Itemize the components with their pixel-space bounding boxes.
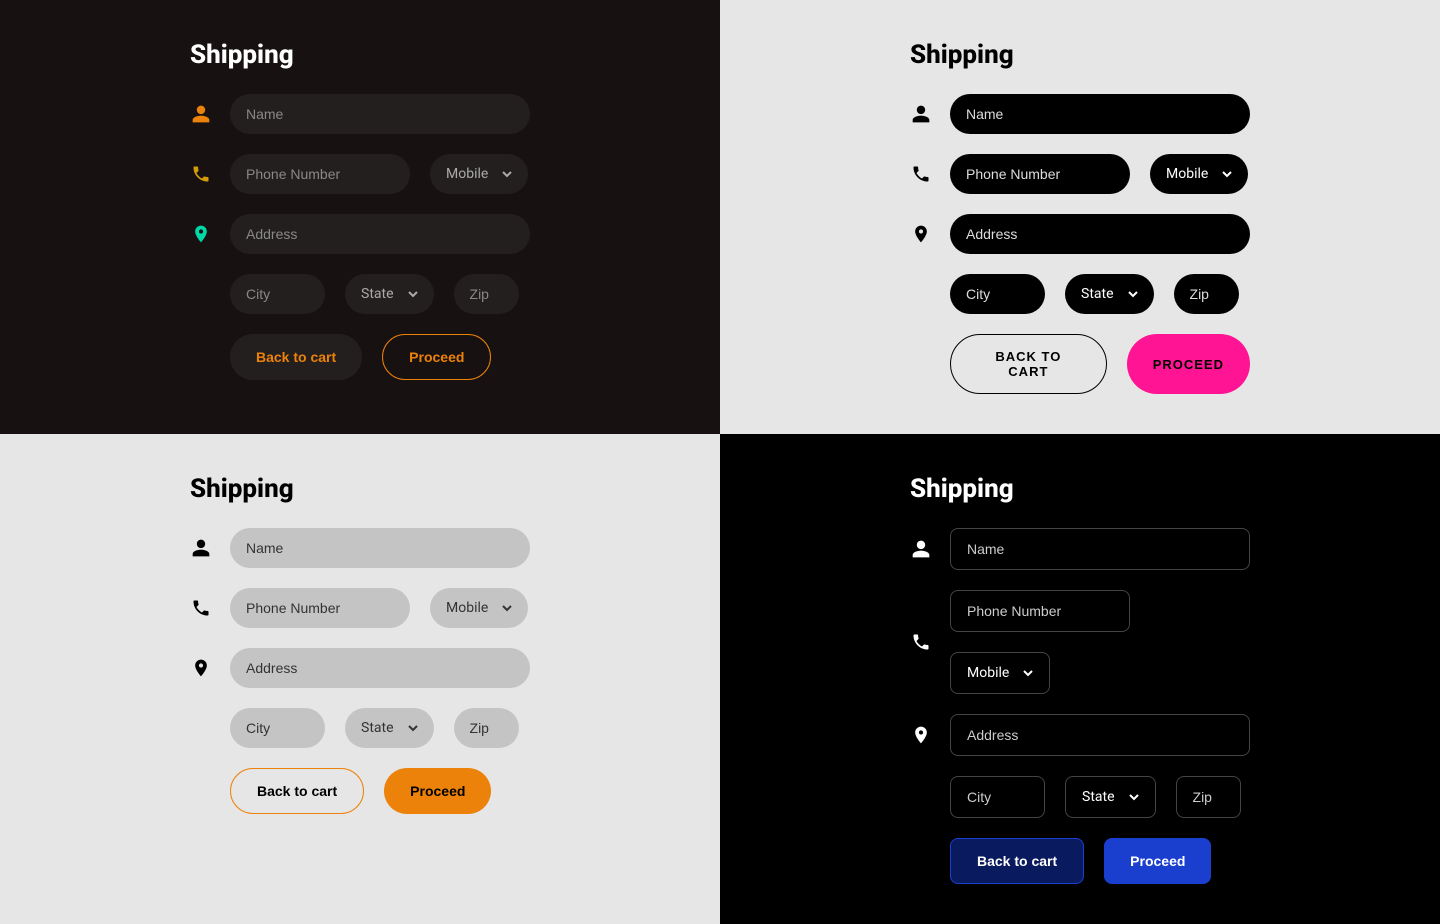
proceed-button[interactable]: Proceed: [1104, 838, 1211, 884]
state-select[interactable]: State: [345, 708, 434, 748]
back-to-cart-button[interactable]: Back to cart: [950, 838, 1084, 884]
state-value: State: [1081, 286, 1114, 302]
phone-input[interactable]: [230, 588, 410, 628]
chevron-down-icon: [408, 289, 418, 299]
state-value: State: [1082, 789, 1115, 805]
phone-icon: [190, 598, 212, 618]
phone-type-value: Mobile: [967, 665, 1009, 681]
address-input[interactable]: [230, 648, 530, 688]
city-input[interactable]: [950, 776, 1045, 818]
user-icon: [190, 538, 212, 558]
zip-input[interactable]: [1174, 274, 1239, 314]
phone-input[interactable]: [950, 154, 1130, 194]
phone-type-value: Mobile: [446, 166, 488, 182]
location-icon: [910, 224, 932, 244]
proceed-button[interactable]: Proceed: [382, 334, 491, 380]
state-select[interactable]: State: [1065, 776, 1156, 818]
user-icon: [190, 104, 212, 124]
location-icon: [190, 224, 212, 244]
back-to-cart-button[interactable]: Back to cart: [230, 334, 362, 380]
name-input[interactable]: [230, 528, 530, 568]
phone-icon: [910, 632, 932, 652]
city-input[interactable]: [230, 274, 325, 314]
phone-input[interactable]: [230, 154, 410, 194]
shipping-panel-light-orange: Shipping Mobile State Back to cart Pr: [0, 434, 720, 924]
proceed-button[interactable]: PROCEED: [1127, 334, 1250, 394]
panel-heading: Shipping: [910, 40, 1250, 70]
chevron-down-icon: [1023, 668, 1033, 678]
state-select[interactable]: State: [345, 274, 434, 314]
back-to-cart-button[interactable]: BACK TO CART: [950, 334, 1107, 394]
proceed-button[interactable]: Proceed: [384, 768, 491, 814]
user-icon: [910, 539, 932, 559]
name-input[interactable]: [950, 528, 1250, 570]
panel-heading: Shipping: [910, 474, 1250, 504]
phone-type-select[interactable]: Mobile: [430, 154, 528, 194]
chevron-down-icon: [1129, 792, 1139, 802]
phone-input[interactable]: [950, 590, 1130, 632]
phone-type-value: Mobile: [1166, 166, 1208, 182]
panel-heading: Shipping: [190, 40, 530, 70]
location-icon: [190, 658, 212, 678]
city-input[interactable]: [230, 708, 325, 748]
state-select[interactable]: State: [1065, 274, 1154, 314]
state-value: State: [361, 720, 394, 736]
city-input[interactable]: [950, 274, 1045, 314]
chevron-down-icon: [1222, 169, 1232, 179]
phone-type-select[interactable]: Mobile: [430, 588, 528, 628]
phone-icon: [910, 164, 932, 184]
chevron-down-icon: [502, 169, 512, 179]
phone-type-value: Mobile: [446, 600, 488, 616]
chevron-down-icon: [1128, 289, 1138, 299]
address-input[interactable]: [950, 214, 1250, 254]
name-input[interactable]: [950, 94, 1250, 134]
shipping-panel-light-pink: Shipping Mobile State BACK TO CART PR: [720, 0, 1440, 434]
zip-input[interactable]: [454, 708, 519, 748]
zip-input[interactable]: [1176, 776, 1241, 818]
panel-heading: Shipping: [190, 474, 530, 504]
user-icon: [910, 104, 932, 124]
address-input[interactable]: [950, 714, 1250, 756]
shipping-panel-dark-orange: Shipping Mobile State Back to cart Pr: [0, 0, 720, 434]
address-input[interactable]: [230, 214, 530, 254]
phone-type-select[interactable]: Mobile: [1150, 154, 1248, 194]
phone-type-select[interactable]: Mobile: [950, 652, 1050, 694]
shipping-panel-dark-blue: Shipping Mobile State Back to cart Pr: [720, 434, 1440, 924]
zip-input[interactable]: [454, 274, 519, 314]
phone-icon: [190, 164, 212, 184]
state-value: State: [361, 286, 394, 302]
location-icon: [910, 725, 932, 745]
chevron-down-icon: [502, 603, 512, 613]
name-input[interactable]: [230, 94, 530, 134]
back-to-cart-button[interactable]: Back to cart: [230, 768, 364, 814]
chevron-down-icon: [408, 723, 418, 733]
